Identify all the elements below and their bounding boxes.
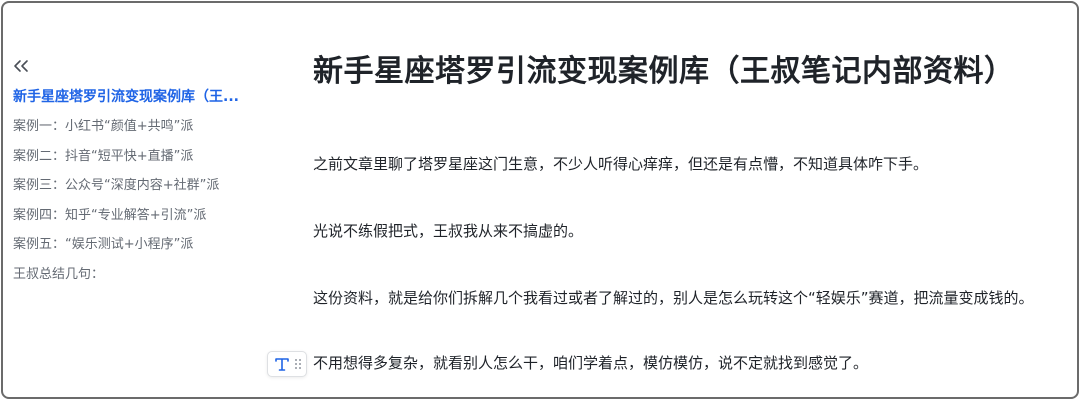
outline-item-case-2[interactable]: 案例二：抖音“短平快+直播”派 [13, 147, 253, 177]
block-handle[interactable] [267, 351, 307, 377]
text-type-icon [275, 358, 289, 371]
document-body: 新手星座塔罗引流变现案例库（王叔笔记内部资料） 之前文章里聊了塔罗星座这门生意，… [313, 3, 1077, 397]
paragraph-3[interactable]: 这份资料，就是给你们拆解几个我看过或者了解过的，别人是怎么玩转这个“轻娱乐”赛道… [313, 287, 1034, 309]
app-window: 新手星座塔罗引流变现案例库（王... 案例一：小红书“颜值+共鸣”派 案例二：抖… [1, 1, 1079, 399]
drag-grip-icon[interactable] [294, 358, 302, 370]
outline-item-case-1[interactable]: 案例一：小红书“颜值+共鸣”派 [13, 117, 253, 147]
outline-item-case-3[interactable]: 案例三：公众号“深度内容+社群”派 [13, 176, 253, 206]
outline-item-title[interactable]: 新手星座塔罗引流变现案例库（王... [13, 87, 253, 117]
outline-sidebar: 新手星座塔罗引流变现案例库（王... 案例一：小红书“颜值+共鸣”派 案例二：抖… [3, 3, 265, 397]
page-title[interactable]: 新手星座塔罗引流变现案例库（王叔笔记内部资料） [313, 46, 1015, 90]
paragraph-4[interactable]: 不用想得多复杂，就看别人怎么干，咱们学着点，模仿模仿，说不定就找到感觉了。 [313, 352, 868, 374]
double-chevron-left-icon [14, 60, 28, 72]
outline-item-case-5[interactable]: 案例五：“娱乐测试+小程序”派 [13, 235, 253, 265]
outline-item-summary[interactable]: 王叔总结几句： [13, 265, 253, 295]
paragraph-1[interactable]: 之前文章里聊了塔罗星座这门生意，不少人听得心痒痒，但还是有点懵，不知道具体咋下手… [313, 153, 928, 175]
outline-item-case-4[interactable]: 案例四：知乎“专业解答+引流”派 [13, 206, 253, 236]
collapse-outline-button[interactable] [11, 55, 33, 77]
outline-list: 新手星座塔罗引流变现案例库（王... 案例一：小红书“颜值+共鸣”派 案例二：抖… [13, 87, 253, 294]
paragraph-2[interactable]: 光说不练假把式，王叔我从来不搞虚的。 [313, 220, 583, 242]
